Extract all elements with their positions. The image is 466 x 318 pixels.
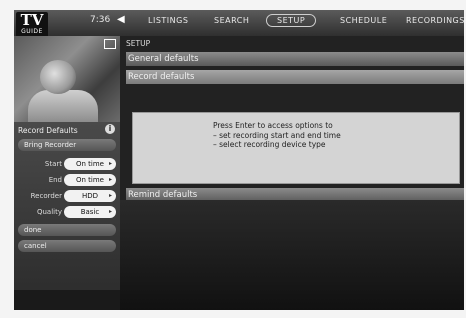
chevron-right-icon: ▸: [108, 208, 112, 215]
quality-label: Quality: [36, 208, 62, 216]
tab-setup[interactable]: SETUP: [266, 14, 317, 27]
empty-area: [120, 200, 464, 310]
record-defaults-info-box: Press Enter to access options to – set r…: [132, 112, 460, 184]
panel-title: Record Defaults: [18, 126, 78, 135]
end-label: End: [48, 176, 62, 184]
panel-footer: [14, 290, 120, 310]
live-video-thumbnail[interactable]: [14, 36, 120, 122]
logo-top: TV: [20, 11, 44, 29]
recorder-label: Recorder: [30, 192, 62, 200]
tab-search[interactable]: SEARCH: [214, 16, 249, 25]
tv-guide-screen: TV GUIDE 7:36 ◀ LISTINGS SEARCH SETUP SC…: [14, 10, 464, 310]
video-figure-body: [28, 90, 98, 122]
quality-option-row[interactable]: Quality Basic ▸: [18, 206, 116, 218]
clock: 7:36: [90, 15, 111, 25]
setup-main-area: SETUP General defaults Record defaults P…: [120, 36, 464, 310]
start-value[interactable]: On time ▸: [64, 158, 116, 170]
breadcrumb: SETUP: [126, 39, 151, 48]
tab-schedule[interactable]: SCHEDULE: [340, 16, 387, 25]
end-option-row[interactable]: End On time ▸: [18, 174, 116, 186]
end-value[interactable]: On time ▸: [64, 174, 116, 186]
top-nav-bar: TV GUIDE 7:36 ◀ LISTINGS SEARCH SETUP SC…: [14, 10, 464, 38]
chevron-right-icon: ▸: [108, 192, 112, 199]
tab-listings[interactable]: LISTINGS: [148, 16, 188, 25]
start-option-row[interactable]: Start On time ▸: [18, 158, 116, 170]
info-icon[interactable]: i: [105, 124, 115, 134]
tab-recordings[interactable]: RECORDINGS: [406, 16, 464, 25]
chevron-right-icon: ▸: [108, 176, 112, 183]
recorder-option-row[interactable]: Recorder HDD ▸: [18, 190, 116, 202]
fullscreen-icon[interactable]: [104, 39, 116, 49]
recorder-value[interactable]: HDD ▸: [64, 190, 116, 202]
general-defaults-item[interactable]: General defaults: [126, 52, 464, 66]
nav-left-arrow-icon[interactable]: ◀: [117, 14, 125, 25]
start-label: Start: [44, 160, 62, 168]
done-button[interactable]: done: [18, 224, 116, 236]
record-defaults-item[interactable]: Record defaults: [126, 70, 464, 84]
tv-guide-logo: TV GUIDE: [16, 12, 48, 38]
quality-value[interactable]: Basic ▸: [64, 206, 116, 218]
logo-bottom: GUIDE: [21, 28, 43, 35]
bring-recorder-button[interactable]: Bring Recorder: [18, 139, 116, 151]
cancel-button[interactable]: cancel: [18, 240, 116, 252]
chevron-right-icon: ▸: [108, 160, 112, 167]
record-defaults-panel: Record Defaults i Bring Recorder Start O…: [14, 122, 120, 310]
info-text: Press Enter to access options to – set r…: [213, 121, 341, 149]
video-figure-helmet: [40, 60, 76, 94]
